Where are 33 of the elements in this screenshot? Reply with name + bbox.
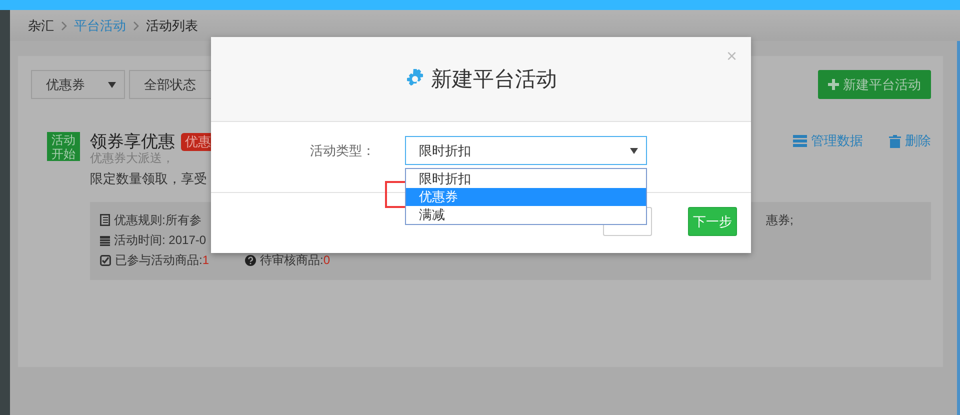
- activity-type-select[interactable]: 限时折扣: [405, 136, 647, 165]
- caret-icon: [630, 148, 638, 154]
- chevron-icon: [60, 20, 68, 30]
- breadcrumb-link[interactable]: 平台活动: [74, 16, 126, 34]
- caret-icon: [108, 82, 116, 88]
- close-button[interactable]: ×: [726, 46, 737, 66]
- rule-text: 惠券;: [766, 212, 794, 228]
- status-tag: 活动开始: [47, 132, 80, 161]
- activity-description: 限定数量领取，享受: [90, 171, 207, 187]
- field-label: 活动类型：: [309, 142, 375, 160]
- delete-link[interactable]: 删除: [889, 132, 931, 150]
- trash-icon: [889, 134, 901, 148]
- server-icon: [793, 135, 807, 147]
- breadcrumb-item: 杂汇: [28, 16, 54, 34]
- filter-dropdown[interactable]: 全部状态: [129, 70, 212, 99]
- pending-products: 待审核商品:0: [260, 252, 330, 268]
- rule-text: 优惠规则:所有参: [114, 212, 202, 228]
- help-icon: [245, 254, 256, 266]
- checkbox-icon: [100, 254, 111, 266]
- activity-time: 活动时间: 2017-0: [114, 232, 206, 248]
- plus-icon: [828, 79, 839, 90]
- breadcrumb-item: 活动列表: [146, 16, 198, 34]
- next-button[interactable]: 下一步: [688, 207, 737, 236]
- dropdown-option[interactable]: 优惠券: [406, 188, 646, 206]
- filter-dropdown[interactable]: 优惠券: [31, 70, 125, 99]
- manage-data-link[interactable]: 管理数据: [793, 132, 863, 150]
- activity-title: 领券享优惠: [90, 131, 175, 152]
- new-activity-button[interactable]: 新建平台活动: [818, 70, 931, 99]
- joined-products: 已参与活动商品:1: [115, 252, 210, 268]
- document-icon: [100, 214, 110, 226]
- activity-subtitle: 优惠券大派送，: [90, 151, 174, 165]
- chevron-icon: [132, 20, 140, 30]
- modal-title: 新建平台活动: [431, 67, 557, 93]
